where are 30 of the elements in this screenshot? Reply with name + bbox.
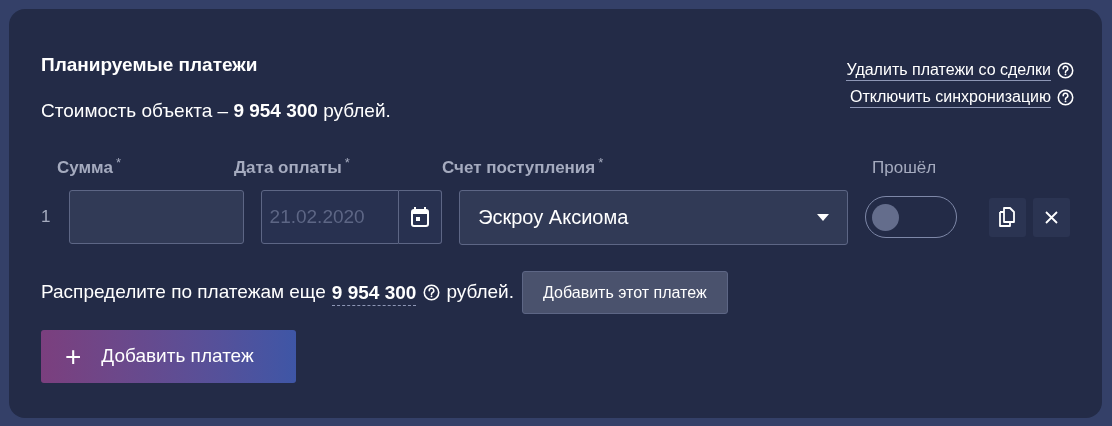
remaining-amount[interactable]: 9 954 300: [331, 279, 417, 306]
required-mark: *: [598, 157, 604, 169]
calendar-button[interactable]: [398, 190, 443, 244]
column-label: Прошёл: [872, 157, 937, 179]
help-icon[interactable]: [423, 284, 441, 301]
dropdown-caret-icon: [816, 213, 829, 221]
help-icon[interactable]: [1057, 62, 1074, 79]
action-link[interactable]: Отключить синхронизацию: [850, 87, 1051, 108]
column-label: Сумма: [57, 157, 113, 179]
column-label: Дата оплаты: [234, 157, 342, 179]
calendar-icon: [409, 206, 430, 228]
add-this-payment-button[interactable]: Добавить этот платеж: [522, 271, 728, 314]
help-icon[interactable]: [1057, 89, 1074, 106]
amount-input[interactable]: [68, 190, 244, 244]
currency-text: рублей.: [446, 280, 515, 305]
required-mark: *: [115, 157, 121, 169]
remaining-text: Распределите по платежам еще: [41, 280, 326, 305]
plus-icon: +: [65, 342, 82, 371]
object-cost-text: Стоимость объекта – 9 954 300 рублей.: [41, 99, 391, 123]
close-button[interactable]: [1032, 197, 1070, 237]
copy-button[interactable]: [988, 197, 1026, 237]
action-link[interactable]: Удалить платежи со сделки: [846, 60, 1051, 81]
copy-icon: [999, 207, 1016, 227]
close-icon: [1044, 210, 1058, 224]
column-label: Счет поступления: [442, 157, 596, 179]
add-payment-button[interactable]: + Добавить платеж: [41, 330, 296, 383]
required-mark: *: [344, 157, 350, 169]
section-title: Планируемые платежи: [41, 53, 259, 77]
account-select[interactable]: Эскроу Аксиома: [459, 189, 848, 245]
row-number: 1: [41, 206, 52, 229]
